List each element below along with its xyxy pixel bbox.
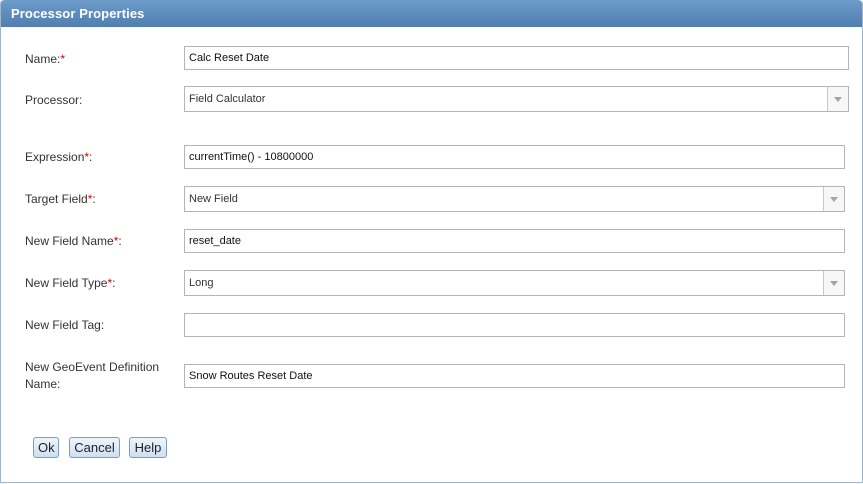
name-label: Name:* (25, 52, 66, 66)
geoevent-definition-name-input[interactable] (184, 364, 845, 388)
target-field-label: Target Field*: (25, 192, 96, 206)
expression-input[interactable] (184, 145, 845, 169)
new-field-name-label: New Field Name*: (25, 234, 122, 248)
processor-select[interactable]: Field Calculator (184, 86, 849, 112)
expression-label: Expression*: (25, 150, 93, 164)
cancel-button[interactable]: Cancel (69, 437, 120, 458)
dialog-title: Processor Properties (11, 6, 145, 21)
required-marker: * (60, 52, 66, 66)
chevron-down-icon[interactable] (823, 271, 844, 295)
help-button[interactable]: Help (129, 437, 167, 458)
ok-button[interactable]: Ok (33, 437, 59, 458)
new-field-name-input[interactable] (184, 229, 845, 253)
chevron-down-icon[interactable] (823, 187, 844, 211)
name-input[interactable] (184, 46, 849, 70)
new-field-type-select-value: Long (189, 277, 214, 289)
new-field-tag-input[interactable] (184, 313, 845, 337)
new-field-tag-label: New Field Tag: (25, 318, 105, 332)
new-field-type-select[interactable]: Long (184, 270, 845, 296)
target-field-select[interactable]: New Field (184, 186, 845, 212)
chevron-down-icon[interactable] (827, 87, 848, 111)
geoevent-definition-name-label: New GeoEvent Definition Name: (25, 360, 160, 391)
processor-select-value: Field Calculator (189, 93, 266, 105)
dialog-titlebar[interactable]: Processor Properties (1, 0, 862, 27)
new-field-type-label: New Field Type*: (25, 276, 116, 290)
processor-label: Processor: (25, 93, 83, 107)
processor-properties-dialog: Processor Properties Name:* Processor: F… (0, 0, 863, 483)
target-field-select-value: New Field (189, 193, 238, 205)
